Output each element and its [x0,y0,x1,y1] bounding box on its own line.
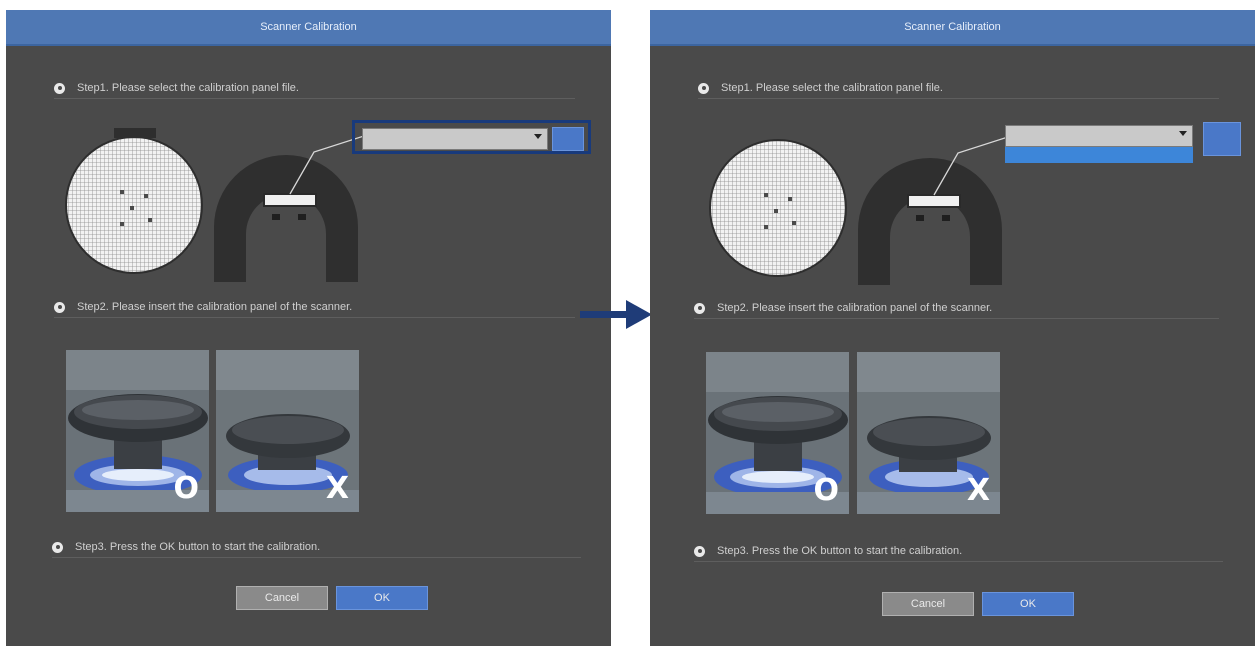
radio-bullet-icon [54,82,65,94]
ok-button[interactable]: OK [982,592,1074,616]
right-calibration-dialog: Scanner Calibration Step1. Please select… [650,10,1255,646]
step3-row: Step3. Press the OK button to start the … [694,541,1223,562]
radio-bullet-icon [698,82,709,94]
scanner-tip-icon [214,135,364,282]
dialog-title: Scanner Calibration [6,10,611,46]
ok-button[interactable]: OK [336,586,428,610]
step3-label: Step3. Press the OK button to start the … [75,541,321,553]
step2-label: Step2. Please insert the calibration pan… [717,302,993,314]
step1-row: Step1. Please select the calibration pan… [698,78,1219,99]
step1-label: Step1. Please select the calibration pan… [77,82,299,94]
wrong-insert-photo: X [216,350,359,512]
correct-insert-photo: O [706,352,849,514]
radio-bullet-icon [694,302,705,314]
radio-bullet-icon [54,301,65,313]
dropdown-option[interactable] [1005,147,1193,163]
highlight-frame [352,120,591,154]
step2-label: Step2. Please insert the calibration pan… [77,301,353,313]
step2-row: Step2. Please insert the calibration pan… [694,298,1219,319]
chevron-down-icon [1179,131,1187,136]
calibration-panel-icon [709,139,847,277]
left-calibration-dialog: Scanner Calibration Step1. Please select… [6,10,611,646]
calibration-diagram [65,128,364,282]
correct-mark: O [173,471,199,506]
calibration-panel-icon [65,128,203,274]
right-arrow-icon [580,300,652,329]
step3-row: Step3. Press the OK button to start the … [52,537,581,558]
cancel-button[interactable]: Cancel [882,592,974,616]
wrong-insert-photo: X [857,352,1000,514]
browse-button[interactable] [1203,122,1241,156]
calibration-file-select[interactable] [1005,125,1193,147]
correct-insert-photo: O [66,350,209,512]
wrong-mark: X [325,471,349,506]
step2-row: Step2. Please insert the calibration pan… [54,297,575,318]
radio-bullet-icon [52,541,63,553]
dialog-title: Scanner Calibration [650,10,1255,46]
calibration-diagram [709,136,1008,285]
step3-label: Step3. Press the OK button to start the … [717,545,963,557]
correct-mark: O [813,473,839,508]
wrong-mark: X [966,473,990,508]
scanner-tip-icon [858,136,1008,285]
step1-label: Step1. Please select the calibration pan… [721,82,943,94]
step1-row: Step1. Please select the calibration pan… [54,78,575,99]
radio-bullet-icon [694,545,705,557]
cancel-button[interactable]: Cancel [236,586,328,610]
